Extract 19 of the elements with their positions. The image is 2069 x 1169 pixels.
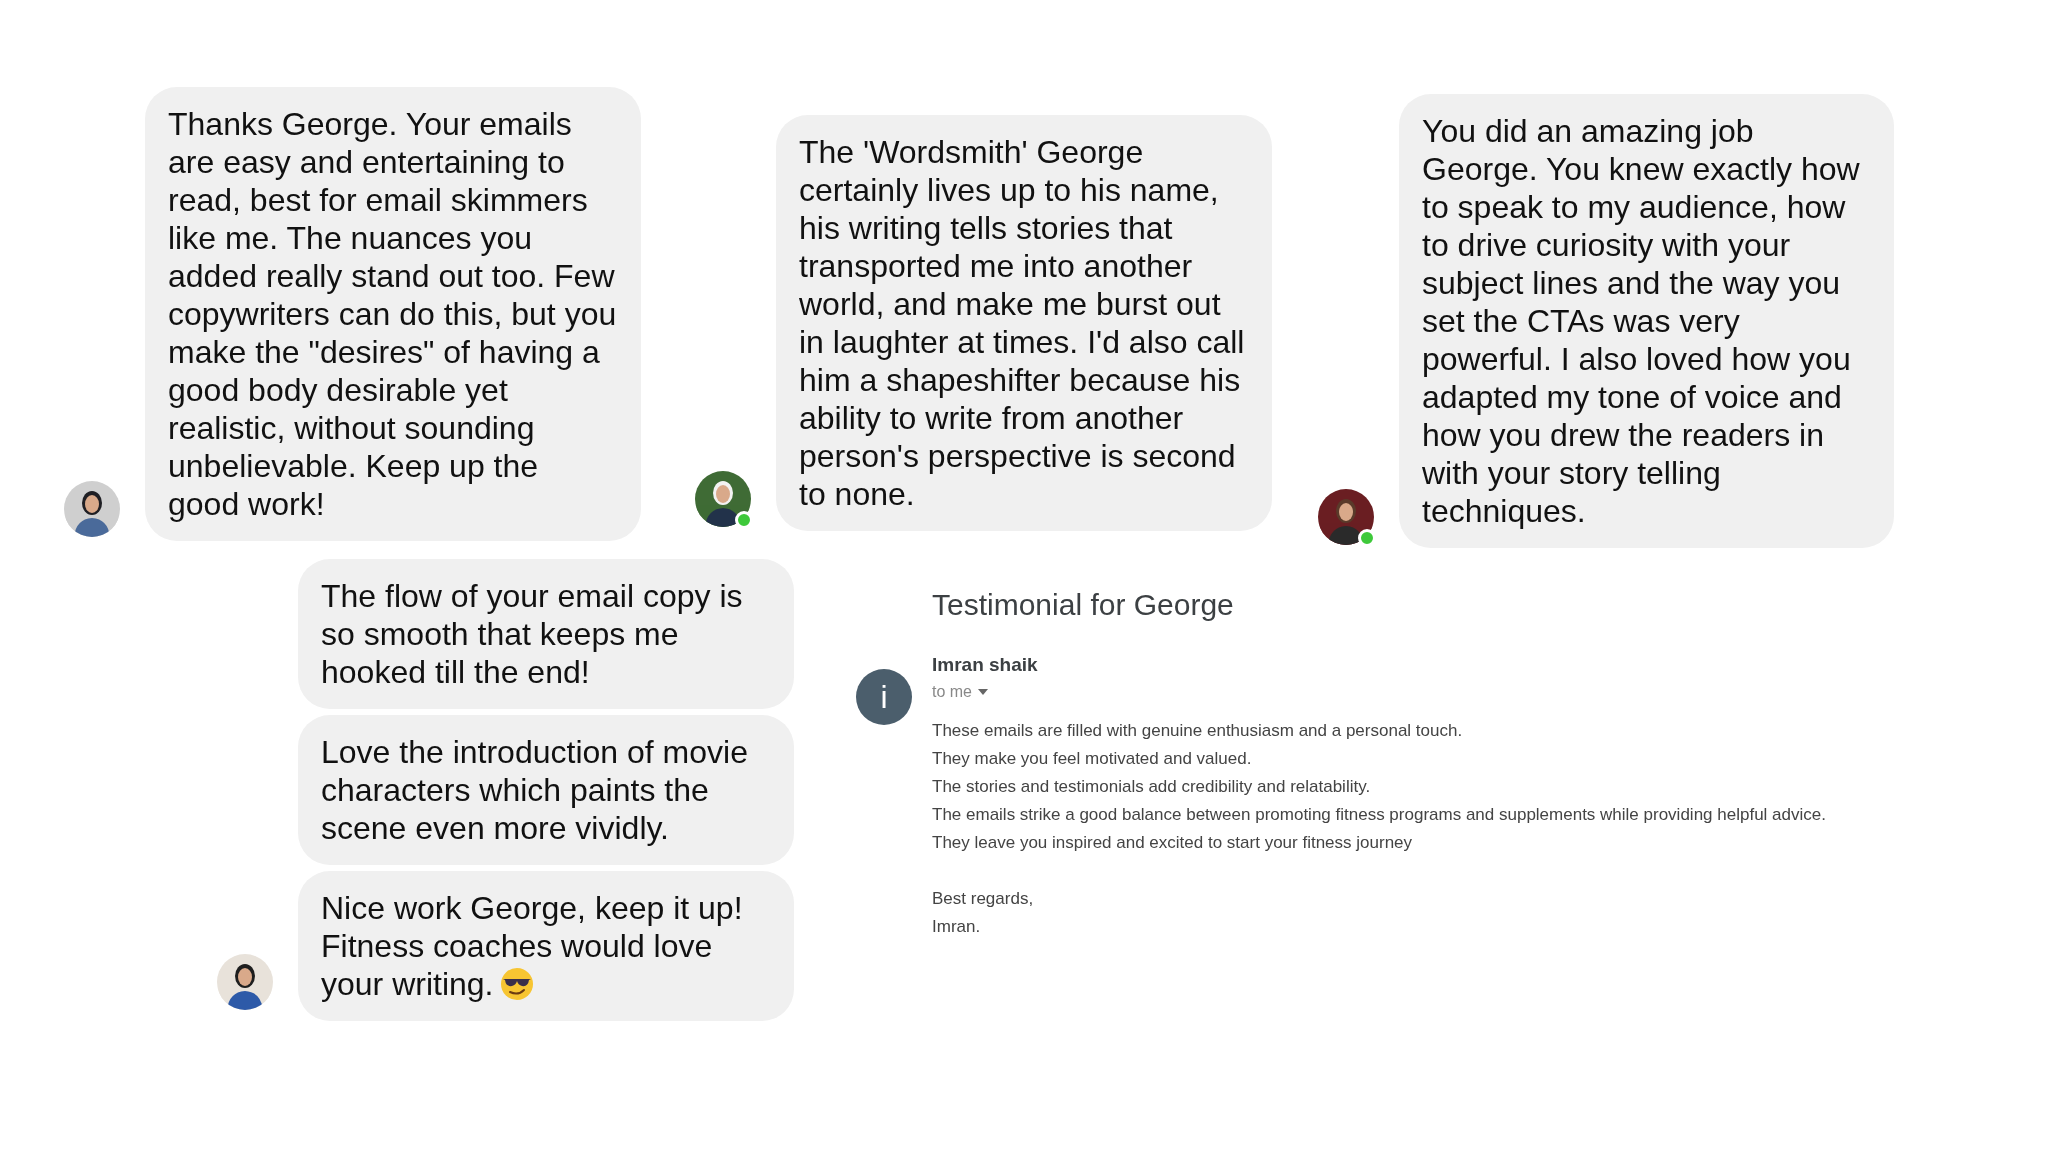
email-signature-line: Imran. xyxy=(932,916,982,938)
sender-name: Imran shaik xyxy=(932,653,1039,677)
recipient-label: to me xyxy=(932,682,972,702)
message-bubble: Thanks George. Your emails are easy and entertaining to read, best for email skimmers like me. The nuances you added really stand out too. Few copywriters can do this, but you make the "desires" of having a good body desirable yet realistic, without sounding unbelievable. Keep up the good work! xyxy=(145,87,641,541)
email-subject: Testimonial for George xyxy=(932,587,1235,623)
sender-avatar: i xyxy=(856,669,912,725)
message-bubble: You did an amazing job George. You knew exactly how to speak to my audience, how to drive curiosity with your subject lines and the way you set the CTAs was very powerful. I also loved how you adapted my tone of voice and how you drew the readers in with your story telling techniques. xyxy=(1399,94,1894,548)
email-body-line: The emails strike a good balance between promoting fitness programs and supplements while providing helpful advice. xyxy=(932,804,1826,826)
message-bubble: Nice work George, keep it up! Fitness coaches would love your writing. xyxy=(298,871,794,1021)
dropdown-caret-icon[interactable] xyxy=(978,689,988,695)
message-bubble: Love the introduction of movie characters which paints the scene even more vividly. xyxy=(298,715,794,865)
message-bubble: The 'Wordsmith' George certainly lives up to his name, his writing tells stories that transported me into another world, and make me burst out in laughter at times. I'd also call him a shapeshifter because his ability to write from another person's perspective is second to none. xyxy=(776,115,1272,531)
email-body-line: They make you feel motivated and valued. xyxy=(932,748,1253,770)
email-body-line: These emails are filled with genuine enthusiasm and a personal touch. xyxy=(932,720,1464,742)
email-signature-line: Best regards, xyxy=(932,888,1035,910)
sunglasses-smiley-icon xyxy=(499,967,534,1001)
email-body-line: They leave you inspired and excited to start your fitness journey xyxy=(932,832,1414,854)
message-bubble: The flow of your email copy is so smooth that keeps me hooked till the end! xyxy=(298,559,794,709)
email-body-line: The stories and testimonials add credibility and relatability. xyxy=(932,776,1372,798)
